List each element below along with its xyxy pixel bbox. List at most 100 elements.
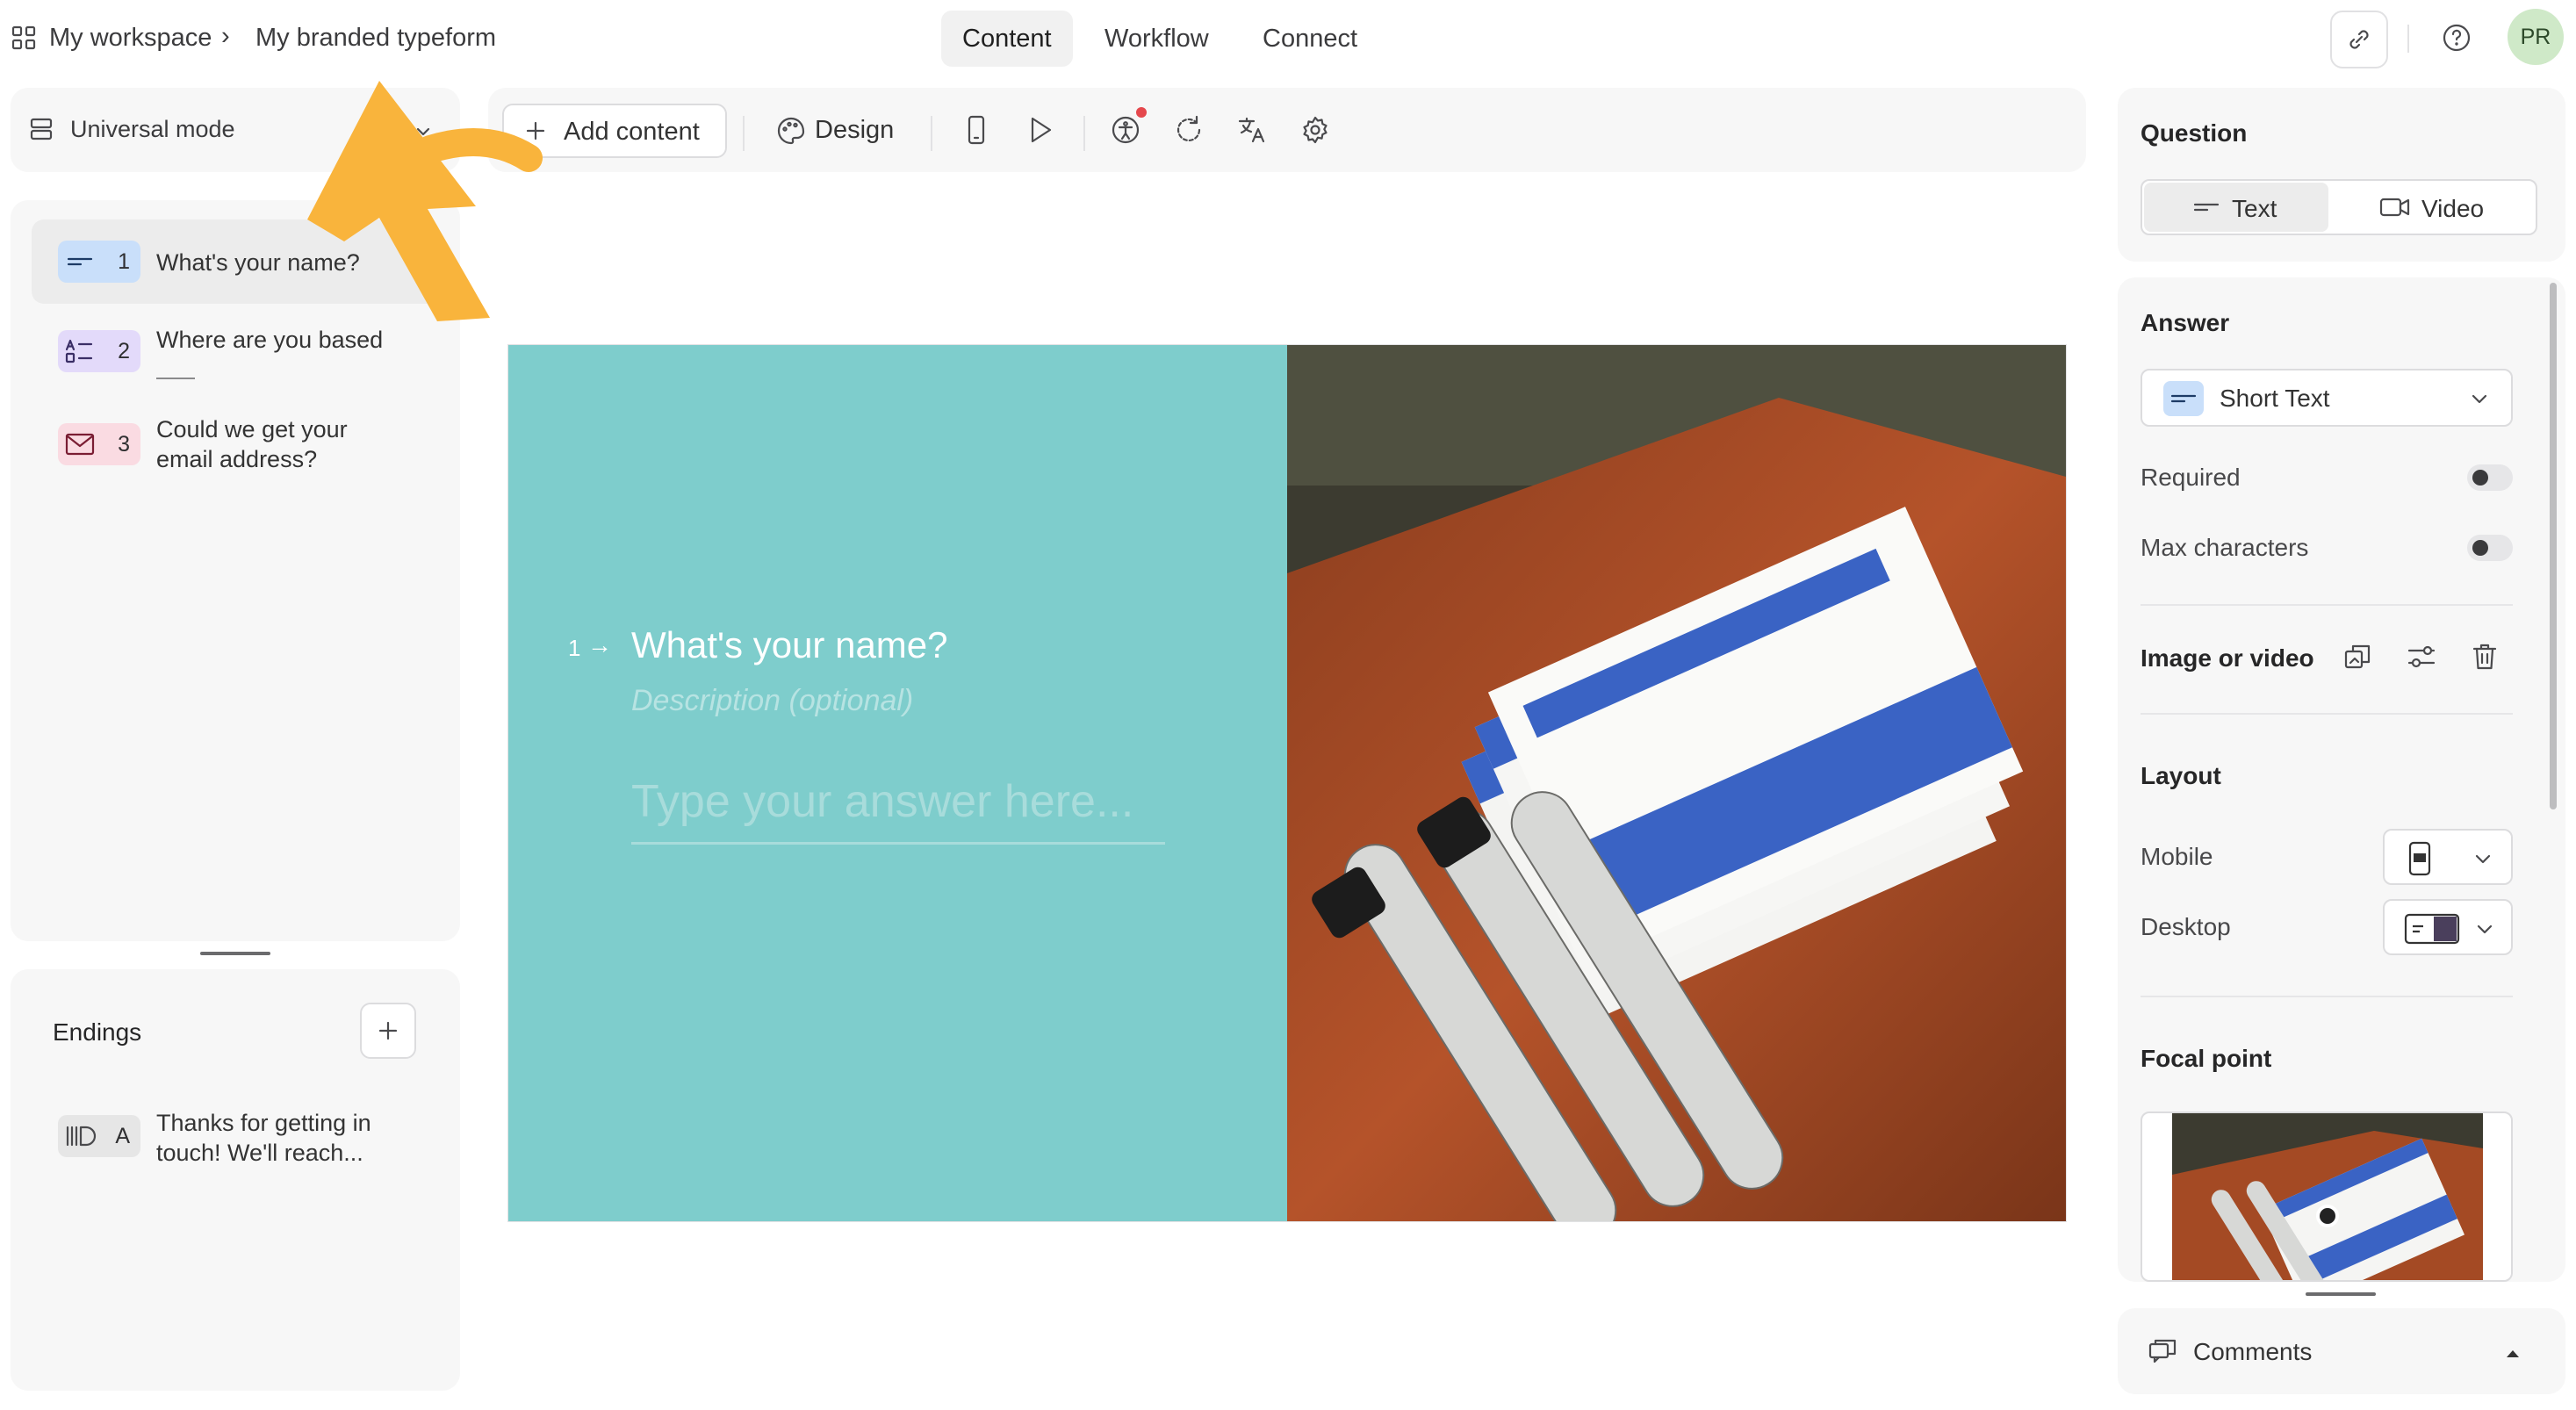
section-divider (2141, 713, 2513, 715)
mobile-layout-select[interactable] (2383, 829, 2513, 885)
ending-letter: A (115, 1124, 130, 1148)
panel-resize-handle[interactable] (200, 952, 270, 955)
annotation-arrow (299, 61, 544, 325)
toolbar-divider (743, 116, 745, 151)
short-text-icon (2193, 197, 2220, 218)
answer-section-title: Answer (2141, 309, 2230, 336)
mobile-preview-icon[interactable] (961, 114, 992, 146)
endings-title: Endings (53, 1018, 142, 1046)
answer-underline (631, 842, 1165, 845)
replace-media-icon[interactable] (2342, 641, 2374, 673)
max-characters-label: Max characters (2141, 534, 2309, 561)
breadcrumb-separator: › (221, 22, 230, 50)
apps-grid-icon[interactable] (11, 25, 37, 51)
preview-description[interactable]: Description (optional) (631, 684, 913, 718)
translate-icon[interactable] (1236, 114, 1268, 146)
question-type-toggle: Text Video (2141, 179, 2537, 235)
top-divider (2407, 25, 2409, 53)
max-characters-toggle[interactable] (2467, 535, 2513, 561)
design-label: Design (815, 116, 895, 144)
focal-point-frame (2141, 1111, 2513, 1282)
question-badge: 3 (58, 423, 140, 465)
question-arrow: → (587, 631, 612, 658)
tab-workflow[interactable]: Workflow (1083, 11, 1230, 67)
tab-connect[interactable]: Connect (1241, 11, 1378, 67)
settings-scrollbar[interactable] (2550, 283, 2557, 809)
focal-point-marker[interactable] (2316, 1205, 2339, 1227)
ending-item[interactable]: A Thanks for getting in touch! We'll rea… (32, 1096, 439, 1180)
required-toggle[interactable] (2467, 464, 2513, 491)
panel-resize-handle[interactable] (2306, 1292, 2376, 1296)
avatar[interactable]: PR (2508, 9, 2564, 65)
question-label: Where are you based (156, 327, 384, 353)
caret-up-icon[interactable] (2502, 1343, 2523, 1364)
toolbar-divider (1083, 116, 1085, 151)
answer-type-select[interactable]: Short Text (2141, 369, 2513, 427)
delete-media-icon[interactable] (2469, 641, 2500, 673)
section-divider (2141, 996, 2513, 997)
question-section-title: Question (2141, 119, 2248, 147)
text-type-label: Text (2232, 195, 2277, 222)
desktop-layout-select[interactable] (2383, 899, 2513, 955)
design-button[interactable]: Design (769, 104, 910, 158)
comments-icon (2148, 1336, 2177, 1366)
layout-section-title: Layout (2141, 762, 2221, 789)
logic-refresh-icon[interactable] (1173, 114, 1205, 146)
comments-label: Comments (2193, 1338, 2313, 1365)
answer-type-label: Short Text (2220, 385, 2330, 412)
content-toolbar (488, 88, 2086, 172)
mobile-layout-label: Mobile (2141, 843, 2213, 870)
adjust-media-icon[interactable] (2406, 641, 2437, 673)
share-link-button[interactable] (2330, 11, 2388, 68)
universal-mode-label[interactable]: Universal mode (70, 116, 235, 143)
palette-icon (776, 116, 806, 146)
mobile-layout-icon (2406, 841, 2434, 876)
question-item[interactable]: 2 Where are you based (32, 316, 439, 395)
answer-type-badge (2163, 381, 2204, 416)
ending-label: Thanks for getting in touch! We'll reach… (156, 1110, 371, 1166)
preview-answer-input[interactable]: Type your answer here... (631, 775, 1133, 828)
question-badge: 2 (58, 330, 140, 372)
focal-point-title: Focal point (2141, 1045, 2272, 1072)
preview-image (1287, 345, 2066, 1221)
short-text-icon (67, 251, 93, 272)
focal-point-thumbnail[interactable] (2172, 1113, 2483, 1280)
short-text-icon (2170, 388, 2197, 409)
image-or-video-label: Image or video (2141, 644, 2314, 672)
question-item[interactable]: 3 Could we get your email address? (32, 406, 439, 485)
video-type-label: Video (2421, 195, 2485, 222)
form-title[interactable]: My branded typeform (255, 24, 496, 53)
text-type-button[interactable]: Text (2144, 183, 2328, 232)
form-preview: 1 → What's your name? Description (optio… (507, 344, 2067, 1222)
help-icon[interactable] (2441, 22, 2472, 54)
question-badge: 1 (58, 241, 140, 283)
video-type-button[interactable]: Video (2341, 183, 2525, 232)
ending-icon (65, 1124, 97, 1148)
chevron-down-icon (2472, 917, 2497, 941)
breadcrumb-workspace[interactable]: My workspace (49, 24, 212, 53)
add-content-label: Add content (564, 118, 700, 146)
avatar-initials: PR (2520, 25, 2551, 49)
desktop-layout-label: Desktop (2141, 913, 2231, 940)
question-settings-panel (2118, 88, 2565, 262)
preview-question-title[interactable]: What's your name? (631, 624, 948, 666)
question-label: Could we get your email address? (156, 416, 348, 472)
universal-mode-icon (28, 116, 54, 142)
comments-bar[interactable] (2118, 1308, 2565, 1394)
ending-badge: A (58, 1115, 140, 1157)
question-label-underline (156, 378, 195, 379)
tab-content[interactable]: Content (941, 11, 1073, 67)
plus-icon (376, 1018, 400, 1043)
required-label: Required (2141, 464, 2241, 491)
question-number-label: 1 (568, 635, 581, 661)
play-preview-icon[interactable] (1024, 114, 1055, 146)
chevron-down-icon (2471, 846, 2495, 871)
add-ending-button[interactable] (360, 1003, 416, 1059)
mail-icon (65, 432, 95, 457)
settings-gear-icon[interactable] (1299, 114, 1331, 146)
accessibility-icon[interactable] (1110, 114, 1141, 146)
section-divider (2141, 604, 2513, 606)
question-number: 2 (118, 339, 130, 363)
question-number: 3 (118, 432, 130, 457)
question-number: 1 (118, 249, 130, 274)
